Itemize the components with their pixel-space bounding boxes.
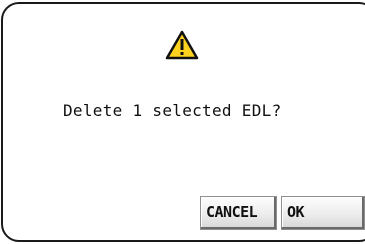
- dialog-message: Delete 1 selected EDL?: [63, 101, 282, 120]
- cancel-button[interactable]: CANCEL: [200, 196, 277, 230]
- ok-button[interactable]: OK: [281, 196, 365, 230]
- warning-icon: [165, 30, 199, 60]
